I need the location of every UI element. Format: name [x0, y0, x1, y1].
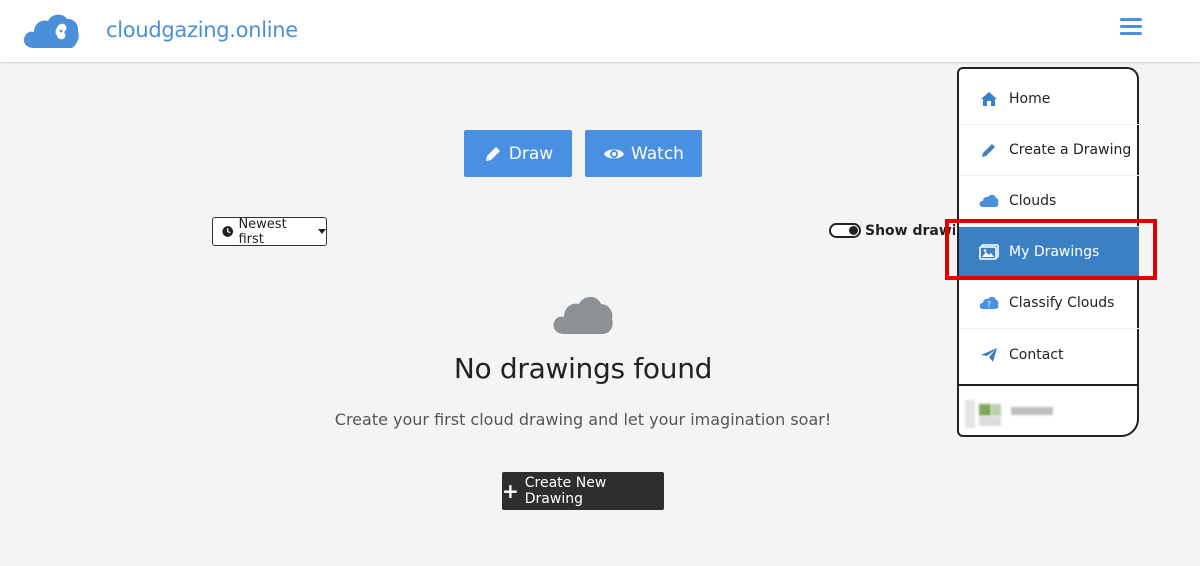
- menu-item-label: My Drawings: [1009, 244, 1100, 260]
- menu-item-create-drawing[interactable]: Create a Drawing: [959, 125, 1139, 176]
- user-account-area[interactable]: [963, 396, 1133, 432]
- clock-icon: [222, 226, 234, 237]
- svg-text:?: ?: [987, 300, 991, 309]
- menu-item-clouds[interactable]: Clouds: [959, 176, 1139, 227]
- menu-item-home[interactable]: Home: [959, 74, 1139, 125]
- caret-down-icon: [318, 229, 326, 234]
- watch-label: Watch: [631, 143, 684, 164]
- menu-item-label: Create a Drawing: [1009, 142, 1132, 158]
- avatar-border: [965, 400, 975, 428]
- top-navbar: cloudgazing.online: [0, 0, 1200, 63]
- menu-item-label: Home: [1009, 91, 1051, 107]
- images-icon: [979, 242, 999, 262]
- username-obscured: [1011, 407, 1053, 415]
- menu-item-label: Classify Clouds: [1009, 295, 1115, 311]
- hamburger-menu-icon[interactable]: [1120, 16, 1144, 38]
- cloud-icon: [979, 191, 999, 211]
- create-new-drawing-button[interactable]: + Create New Drawing: [502, 472, 664, 510]
- watch-button[interactable]: Watch: [585, 130, 702, 177]
- menu-item-contact[interactable]: Contact: [959, 329, 1139, 380]
- menu-item-label: Contact: [1009, 346, 1064, 363]
- menu-item-classify-clouds[interactable]: ? Classify Clouds: [959, 278, 1139, 329]
- menu-item-my-drawings[interactable]: My Drawings: [959, 227, 1139, 278]
- draw-label: Draw: [508, 143, 554, 164]
- empty-cloud-icon: [553, 296, 613, 334]
- plus-icon: +: [502, 479, 519, 503]
- sort-selected-value: Newest first: [238, 216, 287, 247]
- brand-name[interactable]: cloudgazing.online: [106, 18, 298, 42]
- draw-button[interactable]: Draw: [464, 130, 572, 177]
- paper-plane-icon: [979, 345, 999, 365]
- show-drawings-toggle[interactable]: [829, 223, 861, 238]
- menu-divider: [959, 384, 1139, 386]
- menu-item-label: Clouds: [1009, 193, 1057, 209]
- nav-dropdown-menu: Home Create a Drawing Clouds My Drawings: [957, 67, 1139, 437]
- toggle-knob: [849, 226, 858, 235]
- cloud-logo-icon[interactable]: [22, 10, 80, 50]
- eye-icon: [604, 149, 625, 158]
- cloud-question-icon: ?: [979, 293, 999, 313]
- avatar-shadow: [979, 416, 1001, 426]
- avatar: [979, 404, 991, 416]
- show-drawings-label: Show drawings: [865, 223, 955, 239]
- sort-dropdown[interactable]: Newest first: [212, 216, 327, 247]
- pencil-icon: [485, 146, 500, 161]
- pencil-icon: [979, 140, 999, 160]
- create-new-drawing-label: Create New Drawing: [524, 475, 607, 507]
- avatar-part: [991, 404, 1001, 416]
- home-icon: [979, 89, 999, 109]
